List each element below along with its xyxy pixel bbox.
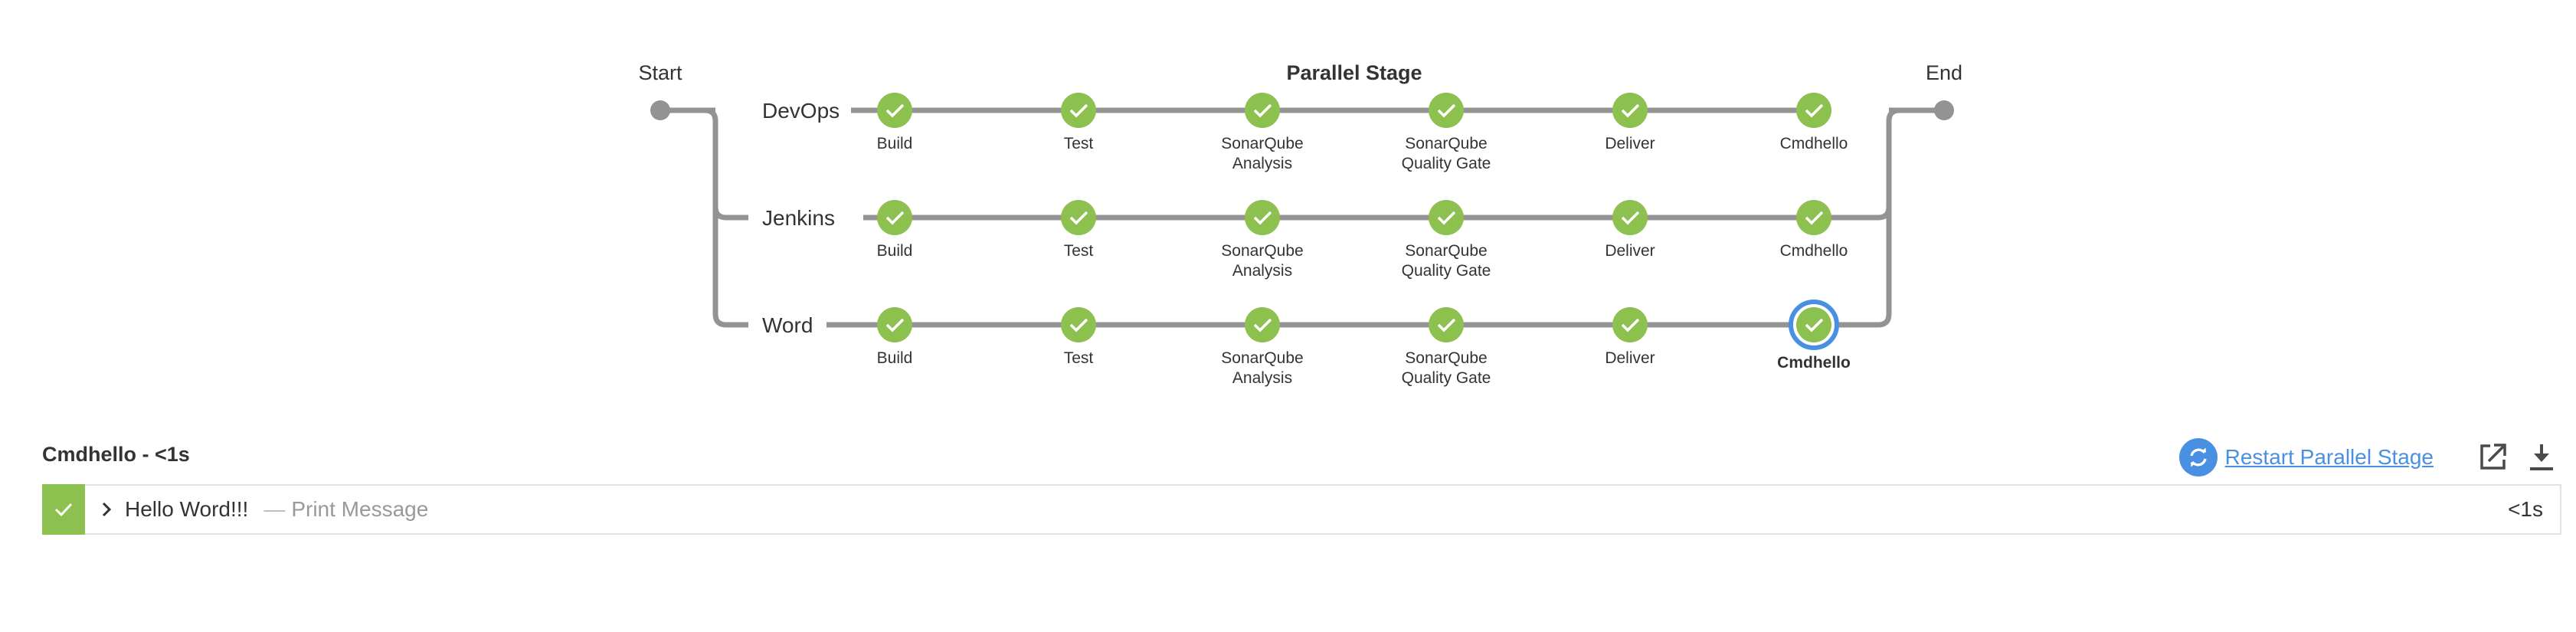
step-duration: <1s xyxy=(2508,497,2543,521)
stage-node[interactable] xyxy=(1061,93,1096,128)
stage-label[interactable]: Deliver xyxy=(1605,242,1655,260)
branch-label: Jenkins xyxy=(762,206,835,230)
success-status-circle xyxy=(1061,200,1096,235)
branch-connector xyxy=(712,206,748,221)
stage-label[interactable]: SonarQube xyxy=(1405,242,1487,260)
stage-label[interactable]: Build xyxy=(877,349,913,367)
success-status-circle xyxy=(1245,307,1280,342)
stage-label[interactable]: Analysis xyxy=(1232,155,1292,172)
stage-node[interactable] xyxy=(1796,200,1831,235)
start-label: Start xyxy=(638,61,682,84)
chevron-right-icon[interactable] xyxy=(97,500,116,519)
stage-label[interactable]: Test xyxy=(1064,135,1094,152)
stage-label[interactable]: Cmdhello xyxy=(1780,242,1848,260)
stage-label[interactable]: SonarQube xyxy=(1405,349,1487,367)
step-description: — Print Message xyxy=(263,497,429,521)
success-status-circle xyxy=(877,93,912,128)
success-status-circle xyxy=(1612,93,1648,128)
success-status-circle xyxy=(1061,93,1096,128)
stage-node[interactable] xyxy=(877,307,912,342)
stage-label[interactable]: Cmdhello xyxy=(1780,135,1848,152)
stage-node[interactable] xyxy=(1429,93,1464,128)
stage-node[interactable] xyxy=(1061,200,1096,235)
open-external-icon[interactable] xyxy=(2476,441,2509,473)
success-status-circle xyxy=(1429,200,1464,235)
stage-label[interactable]: Build xyxy=(877,242,913,260)
stage-label[interactable]: Analysis xyxy=(1232,369,1292,387)
success-status-circle xyxy=(877,307,912,342)
success-status-circle xyxy=(877,200,912,235)
success-status-circle xyxy=(1612,200,1648,235)
success-status-circle xyxy=(1429,307,1464,342)
stage-node[interactable] xyxy=(1612,307,1648,342)
end-label: End xyxy=(1926,61,1962,84)
stage-label[interactable]: Quality Gate xyxy=(1402,155,1491,172)
stage-node[interactable] xyxy=(1245,93,1280,128)
stage-label[interactable]: Quality Gate xyxy=(1402,369,1491,387)
stage-node[interactable] xyxy=(1796,93,1831,128)
stage-label[interactable]: SonarQube xyxy=(1221,135,1303,152)
stage-node[interactable] xyxy=(877,200,912,235)
success-status-circle xyxy=(1245,93,1280,128)
stage-node[interactable] xyxy=(1061,307,1096,342)
stage-node[interactable] xyxy=(1789,300,1839,350)
start-node xyxy=(650,100,670,120)
stage-label[interactable]: SonarQube xyxy=(1221,242,1303,260)
branch-label: DevOps xyxy=(762,99,840,123)
stage-label[interactable]: Analysis xyxy=(1232,262,1292,280)
stage-node[interactable] xyxy=(877,93,912,128)
restart-icon[interactable] xyxy=(2178,438,2218,476)
success-status-circle xyxy=(1612,307,1648,342)
restart-parallel-stage-link[interactable]: Restart Parallel Stage xyxy=(2225,445,2434,470)
check-icon xyxy=(42,484,85,535)
pipeline-graph: DevOps Jenkins Word Start End Parallel Stage B… xyxy=(638,61,1962,387)
stage-label[interactable]: Build xyxy=(877,135,913,152)
stage-label[interactable]: SonarQube xyxy=(1405,135,1487,152)
stage-label[interactable]: SonarQube xyxy=(1221,349,1303,367)
branch-label: Word xyxy=(762,313,813,337)
stage-label[interactable]: Test xyxy=(1064,349,1094,367)
end-node xyxy=(1934,100,1954,120)
success-status-circle xyxy=(1245,200,1280,235)
stage-actions: Restart Parallel Stage xyxy=(2178,436,2558,479)
stage-node[interactable] xyxy=(1429,200,1464,235)
success-status-circle xyxy=(1796,307,1831,342)
step-row[interactable]: Hello Word!!! — Print Message <1s xyxy=(42,484,2561,535)
branch-connector xyxy=(712,313,748,328)
stage-label[interactable]: Cmdhello xyxy=(1777,354,1851,372)
stage-node[interactable] xyxy=(1612,200,1648,235)
stage-node[interactable] xyxy=(1245,307,1280,342)
stage-label[interactable]: Quality Gate xyxy=(1402,262,1491,280)
success-status-circle xyxy=(1796,93,1831,128)
download-icon[interactable] xyxy=(2525,441,2558,473)
stage-node[interactable] xyxy=(1612,93,1648,128)
success-status-circle xyxy=(1061,307,1096,342)
stage-label[interactable]: Deliver xyxy=(1605,135,1655,152)
success-status-circle xyxy=(1796,200,1831,235)
stage-node[interactable] xyxy=(1245,200,1280,235)
stage-node[interactable] xyxy=(1429,307,1464,342)
stage-label[interactable]: Deliver xyxy=(1605,349,1655,367)
stage-detail-title: Cmdhello - <1s xyxy=(42,443,190,466)
parallel-stage-label: Parallel Stage xyxy=(1286,61,1422,84)
success-status-circle xyxy=(1429,93,1464,128)
step-text: Hello Word!!! xyxy=(125,497,249,521)
stage-label[interactable]: Test xyxy=(1064,242,1094,260)
